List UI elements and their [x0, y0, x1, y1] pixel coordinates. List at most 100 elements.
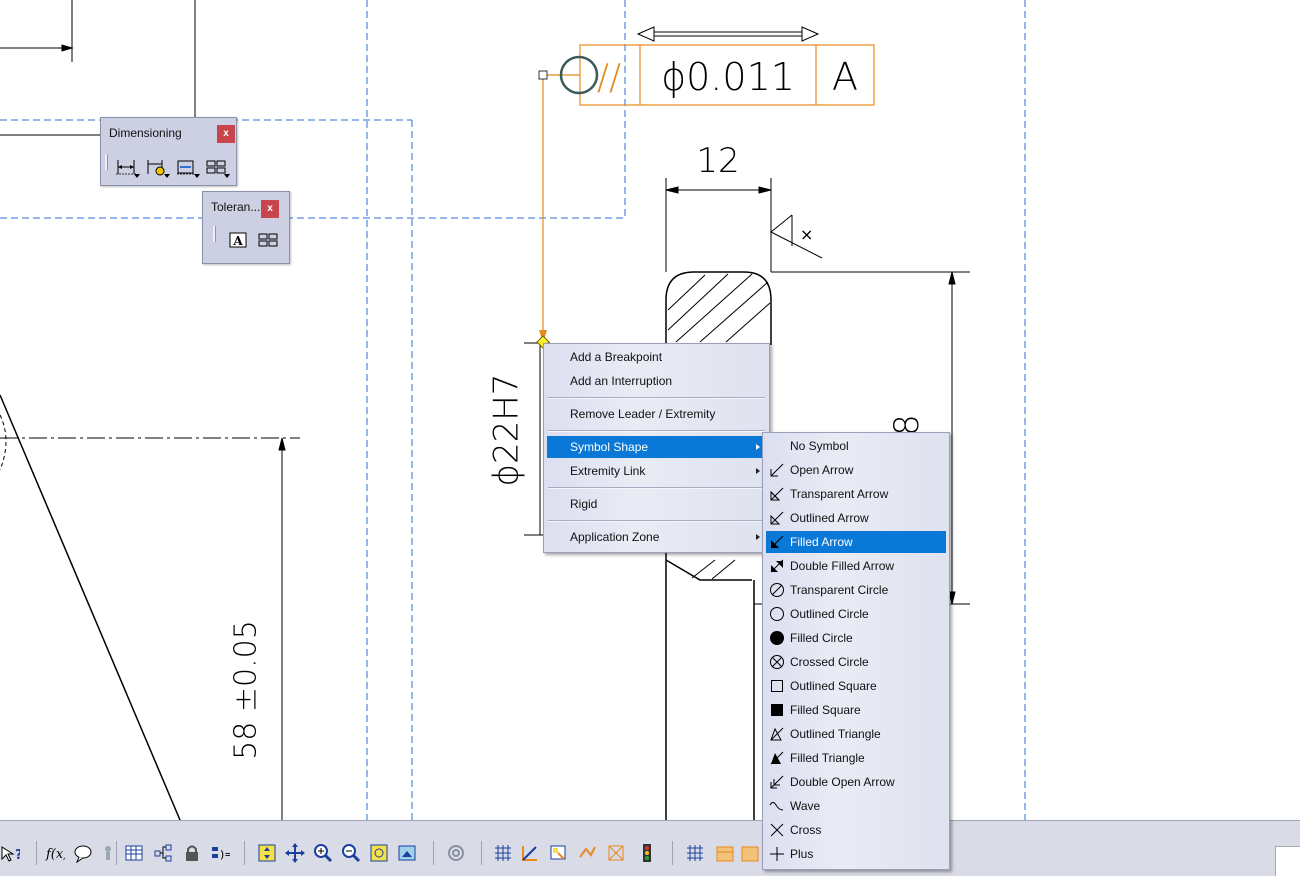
- menu-item-double-filled-arrow[interactable]: Double Filled Arrow: [766, 555, 946, 577]
- zoom-out-icon[interactable]: [341, 843, 361, 863]
- filter-generated-icon[interactable]: [606, 843, 626, 863]
- menu-item-transparent-arrow[interactable]: Transparent Arrow: [766, 483, 946, 505]
- menu-item-cross[interactable]: Cross: [766, 819, 946, 841]
- fit-all-icon[interactable]: [257, 843, 277, 863]
- menu-item-no-symbol[interactable]: No Symbol: [766, 435, 946, 457]
- pan-icon[interactable]: [285, 843, 305, 863]
- menu-item-transparent-circle[interactable]: Transparent Circle: [766, 579, 946, 601]
- menu-item-label: Transparent Arrow: [790, 487, 889, 501]
- dimensions-icon[interactable]: [113, 156, 140, 178]
- snap-to-point-icon[interactable]: [520, 843, 540, 863]
- outlined-triangle-icon: [770, 727, 784, 741]
- multi-view-icon[interactable]: [397, 843, 417, 863]
- traffic-light-icon[interactable]: [637, 843, 657, 863]
- knowledge-icon[interactable]: [98, 843, 118, 863]
- menu-item-label: Crossed Circle: [790, 655, 869, 669]
- menu-item-label: Double Filled Arrow: [790, 559, 895, 573]
- menu-item-filled-triangle[interactable]: Filled Triangle: [766, 747, 946, 769]
- menu-item-remove-leader[interactable]: Remove Leader / Extremity: [547, 403, 766, 425]
- menu-item-filled-arrow[interactable]: Filled Arrow: [766, 531, 946, 553]
- menu-item-plus[interactable]: Plus: [766, 843, 946, 865]
- menu-item-application-zone[interactable]: Application Zone: [547, 526, 766, 548]
- technological-feature-dimension-icon[interactable]: [173, 156, 200, 178]
- menu-item-symbol-shape[interactable]: Symbol Shape: [547, 436, 766, 458]
- rules-icon[interactable]: )=: [210, 843, 230, 863]
- menu-item-wave[interactable]: Wave: [766, 795, 946, 817]
- gdt-leader[interactable]: [536, 70, 580, 349]
- bottom-toolbar: ? f(x) )=: [0, 820, 1300, 876]
- menu-item-double-open-arrow[interactable]: Double Open Arrow: [766, 771, 946, 793]
- menu-item-label: Extremity Link: [570, 464, 646, 478]
- menu-item-outlined-circle[interactable]: Outlined Circle: [766, 603, 946, 625]
- svg-text:A: A: [232, 234, 243, 248]
- menu-item-label: Open Arrow: [790, 463, 854, 477]
- menu-item-label: Transparent Circle: [790, 583, 889, 597]
- tolerancing-close-button[interactable]: x: [261, 200, 279, 218]
- dimensioning-close-button[interactable]: x: [217, 125, 235, 143]
- arrow-drag-handle[interactable]: [636, 26, 820, 42]
- menu-item-label: Filled Square: [790, 703, 861, 717]
- sheet-format-icon[interactable]: [715, 843, 735, 863]
- filled-triangle-icon: [770, 751, 784, 765]
- menu-item-label: Outlined Square: [790, 679, 877, 693]
- geometric-tolerance-icon[interactable]: [255, 229, 281, 251]
- toolbar-grip[interactable]: [213, 226, 216, 242]
- menu-item-outlined-triangle[interactable]: Outlined Triangle: [766, 723, 946, 745]
- formula-icon[interactable]: f(x): [45, 843, 65, 863]
- outlined-circle-icon: [770, 607, 784, 621]
- menu-item-label: Outlined Circle: [790, 607, 869, 621]
- crossed-circle-icon: [770, 655, 784, 669]
- symbol-shape-submenu[interactable]: No Symbol Open Arrow Transparent Arrow O…: [762, 432, 950, 870]
- datum-feature-icon[interactable]: A: [225, 229, 251, 251]
- submenu-arrow-icon: [756, 534, 760, 540]
- analysis-display-icon[interactable]: [548, 843, 568, 863]
- menu-separator: [548, 487, 765, 489]
- menu-separator: [548, 430, 765, 432]
- view-frame-icon[interactable]: [740, 843, 760, 863]
- normal-view-icon[interactable]: [369, 843, 389, 863]
- menu-item-label: Filled Circle: [790, 631, 853, 645]
- table-icon[interactable]: [124, 843, 144, 863]
- dim-diameter-text: ϕ22H7: [487, 374, 527, 487]
- dimensioning-toolbar[interactable]: Dimensioning x: [100, 117, 237, 186]
- dimension-edit-icon[interactable]: [143, 156, 170, 178]
- menu-item-add-interruption[interactable]: Add an Interruption: [547, 370, 766, 392]
- leader-context-menu[interactable]: Add a Breakpoint Add an Interruption Rem…: [543, 343, 770, 553]
- menu-item-label: Filled Arrow: [790, 535, 853, 549]
- dim-12-text: 12: [696, 141, 739, 181]
- grid-display-icon[interactable]: [685, 843, 705, 863]
- menu-item-rigid[interactable]: Rigid: [547, 493, 766, 515]
- double-open-arrow-icon: [770, 775, 784, 789]
- menu-item-open-arrow[interactable]: Open Arrow: [766, 459, 946, 481]
- menu-separator: [548, 520, 765, 522]
- transparent-circle-icon: [770, 583, 784, 597]
- menu-item-outlined-arrow[interactable]: Outlined Arrow: [766, 507, 946, 529]
- filled-circle-icon: [770, 631, 784, 645]
- help-icon[interactable]: ?: [0, 843, 20, 863]
- dimension-system-icon[interactable]: [577, 843, 597, 863]
- tolerancing-toolbar[interactable]: Toleran... x A: [202, 191, 290, 264]
- swap-icon[interactable]: [446, 843, 466, 863]
- menu-item-label: Symbol Shape: [570, 440, 649, 454]
- toolbar-grip[interactable]: [105, 154, 108, 170]
- svg-text:)=: )=: [220, 848, 230, 861]
- menu-item-crossed-circle[interactable]: Crossed Circle: [766, 651, 946, 673]
- zoom-in-icon[interactable]: [313, 843, 333, 863]
- menu-item-extremity-link[interactable]: Extremity Link: [547, 460, 766, 482]
- menu-item-label: Outlined Arrow: [790, 511, 869, 525]
- wave-icon: [769, 802, 784, 811]
- dimension-table-icon[interactable]: [203, 156, 230, 178]
- menu-item-outlined-square[interactable]: Outlined Square: [766, 675, 946, 697]
- dimension-12[interactable]: [665, 178, 772, 272]
- lock-icon[interactable]: [182, 843, 202, 863]
- menu-item-filled-circle[interactable]: Filled Circle: [766, 627, 946, 649]
- grid-icon[interactable]: [493, 843, 513, 863]
- menu-item-label: Wave: [790, 799, 821, 813]
- menu-item-filled-square[interactable]: Filled Square: [766, 699, 946, 721]
- tree-structure-icon[interactable]: [153, 843, 173, 863]
- comment-icon[interactable]: [73, 843, 93, 863]
- menu-item-add-breakpoint[interactable]: Add a Breakpoint: [547, 346, 766, 368]
- submenu-arrow-icon: [756, 468, 760, 474]
- filled-arrow-icon: [770, 535, 784, 549]
- menu-separator: [548, 397, 765, 399]
